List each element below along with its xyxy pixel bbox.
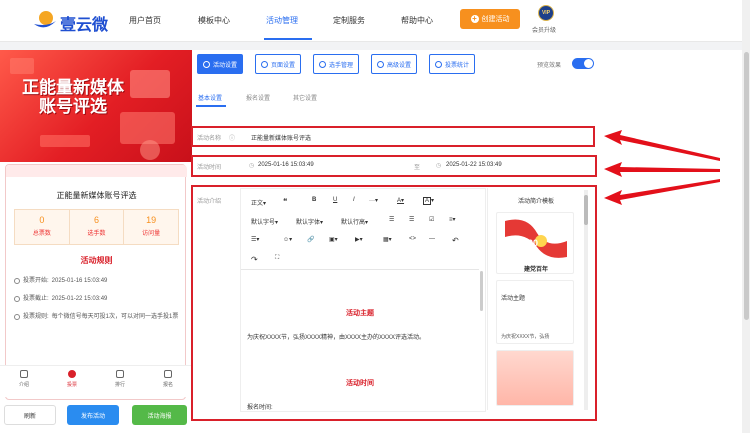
card-title: 正能量新媒体账号评选 [56, 191, 137, 200]
button-label: 高级设置 [387, 62, 412, 69]
rules-title: 活动规则 [80, 256, 113, 265]
page-scrollbar[interactable] [742, 0, 750, 433]
page-settings-button[interactable]: 页面设置 [255, 54, 302, 74]
stat-value: 6 [94, 215, 100, 225]
stat-contestants: 6 选手数 [70, 210, 125, 244]
stat-label: 总票数 [32, 231, 51, 237]
activity-settings-button[interactable]: 活动设置 [197, 54, 244, 74]
button-label: 活动设置 [213, 62, 238, 69]
tab-other-settings[interactable]: 其它设置 [293, 93, 317, 102]
tab-label: 介绍 [18, 382, 29, 388]
rule-text: 2025-01-22 15:03:49 [51, 296, 108, 302]
subtab-active-indicator [196, 105, 226, 107]
preview-effect-label: 预览效果 [537, 63, 562, 69]
sliders-icon [377, 60, 384, 68]
preview-banner: 正能量新媒体账号评选 [0, 50, 192, 162]
document-icon [20, 370, 28, 378]
rule-end: 投票截止: 2025-01-22 15:03:49 [14, 295, 179, 304]
tab-signup[interactable]: 报名 [144, 366, 192, 397]
tab-ranking[interactable]: 排行 [96, 366, 144, 397]
create-activity-label: 创建活动 [481, 16, 510, 23]
nav-home[interactable]: 用户首页 [129, 15, 161, 26]
user-icon [68, 370, 76, 378]
tab-label: 投票 [66, 382, 77, 388]
vip-icon[interactable]: VIP [538, 5, 554, 21]
tab-vote[interactable]: 投票 [48, 366, 96, 397]
create-activity-button[interactable]: + 创建活动 [460, 9, 520, 29]
button-label: 选手管理 [329, 62, 354, 69]
button-label: 页面设置 [271, 62, 296, 69]
rule-text: 每个微信号每天可投1次，可以对同一选手投1票 [51, 314, 179, 320]
rule-label: 投票规则: [23, 314, 49, 320]
nav-templates[interactable]: 模板中心 [198, 15, 230, 26]
mobile-preview: 正能量新媒体账号评选 正能量新媒体账号评选 0 总票数 6 选手数 19 访问量… [0, 50, 192, 433]
preview-tabbar: 介绍 投票 排行 报名 [0, 365, 192, 397]
clock-icon [14, 314, 20, 320]
annotation-arrow-icon [604, 130, 720, 205]
rule-voting: 投票规则: 每个微信号每天可投1次，可以对同一选手投1票 [14, 313, 179, 322]
toggle-knob [584, 59, 593, 68]
page-icon [261, 60, 268, 68]
poster-button[interactable]: 活动海报 [132, 405, 187, 425]
users-icon [319, 60, 326, 68]
stat-visits: 19 访问量 [124, 210, 178, 244]
stat-value: 0 [39, 215, 45, 225]
refresh-button[interactable]: 刷新 [4, 405, 56, 425]
stat-label: 选手数 [87, 231, 106, 237]
highlight-activity-intro [191, 185, 597, 421]
rule-start: 投票开始: 2025-01-16 15:03:49 [14, 277, 179, 286]
chart-icon [435, 60, 442, 68]
tab-basic-settings[interactable]: 基本设置 [198, 93, 222, 102]
brand-name[interactable]: 壹云微 [60, 11, 108, 35]
advanced-settings-button[interactable]: 高级设置 [371, 54, 418, 74]
banner-title: 正能量新媒体账号评选 [22, 78, 124, 116]
nav-active-indicator [264, 38, 312, 40]
highlight-activity-time [191, 155, 597, 177]
publish-button[interactable]: 发布活动 [67, 405, 119, 425]
tab-signup-settings[interactable]: 报名设置 [246, 93, 270, 102]
card-header [6, 165, 187, 177]
scroll-thumb[interactable] [744, 52, 749, 320]
highlight-activity-name [191, 126, 595, 147]
logo-icon [34, 11, 56, 28]
ranking-icon [116, 370, 124, 378]
button-label: 投票统计 [445, 62, 470, 69]
stat-total-votes: 0 总票数 [15, 210, 70, 244]
nav-activity-management[interactable]: 活动管理 [266, 15, 298, 26]
stats-panel: 0 总票数 6 选手数 19 访问量 [14, 209, 179, 245]
gear-icon [203, 60, 210, 68]
stat-value: 19 [146, 215, 157, 225]
tab-label: 报名 [162, 382, 173, 388]
vote-statistics-button[interactable]: 投票统计 [429, 54, 476, 74]
rule-label: 投票开始: [23, 278, 49, 284]
preview-toggle[interactable] [572, 58, 594, 69]
nav-custom-service[interactable]: 定制服务 [333, 15, 365, 26]
rule-label: 投票截止: [23, 296, 49, 302]
vip-upgrade-label[interactable]: 会员升级 [532, 25, 556, 34]
top-navigation: 壹云微 用户首页 模板中心 活动管理 定制服务 帮助中心 + 创建活动 VIP … [0, 0, 750, 42]
contestant-management-button[interactable]: 选手管理 [313, 54, 360, 74]
tab-label: 排行 [114, 382, 125, 388]
signup-icon [164, 370, 172, 378]
nav-help-center[interactable]: 帮助中心 [401, 15, 433, 26]
plus-icon: + [470, 14, 479, 23]
stat-label: 访问量 [142, 231, 161, 237]
clock-icon [14, 278, 20, 284]
rule-text: 2025-01-16 15:03:49 [51, 278, 108, 284]
clock-icon [14, 296, 20, 302]
tab-intro[interactable]: 介绍 [0, 366, 48, 397]
